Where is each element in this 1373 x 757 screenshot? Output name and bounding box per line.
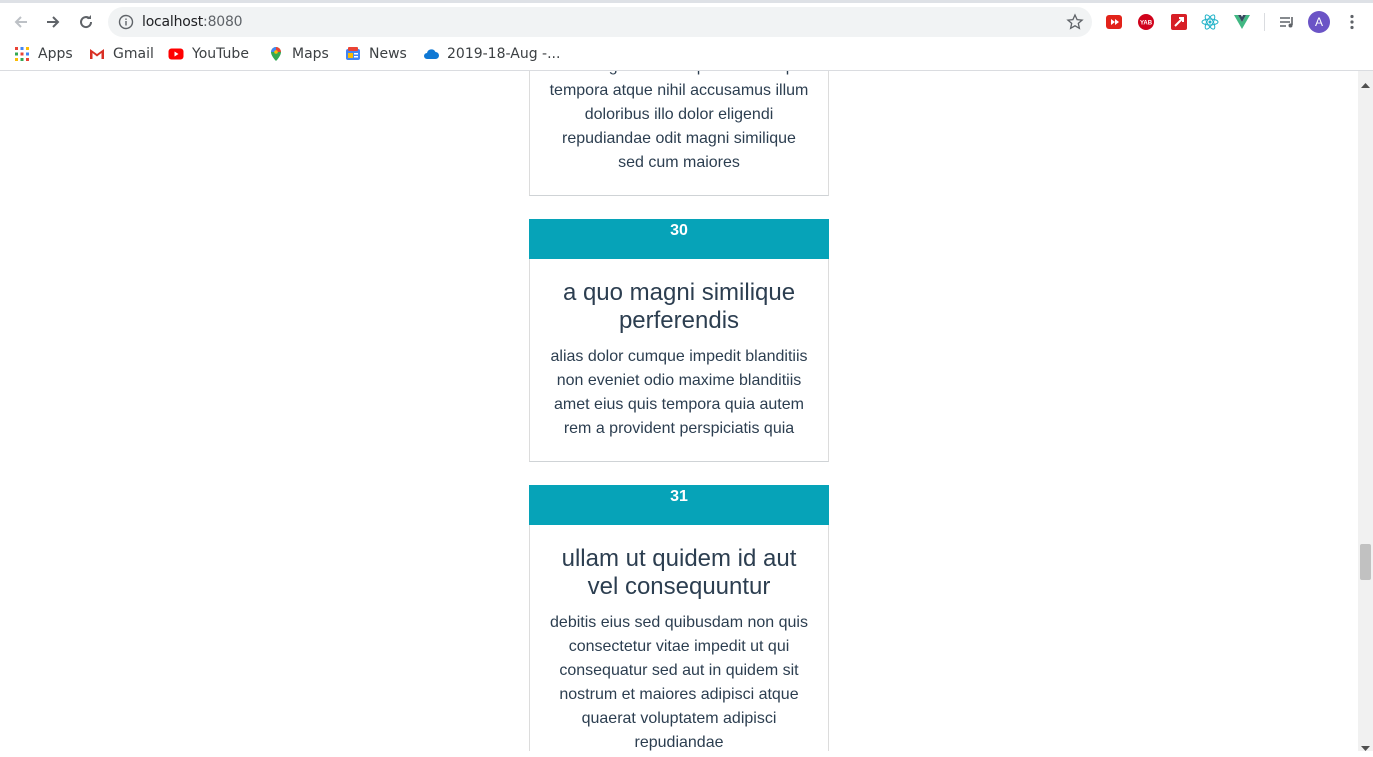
bookmark-onedrive[interactable]: 2019-18-Aug -...	[423, 44, 560, 64]
forward-arrow-icon	[47, 16, 60, 28]
bookmark-label: News	[369, 46, 407, 62]
react-devtools-icon[interactable]	[1201, 13, 1219, 31]
bookmark-label: YouTube	[192, 46, 249, 62]
bookmark-label: 2019-18-Aug -...	[447, 46, 561, 62]
bookmark-maps[interactable]: Maps	[268, 44, 329, 64]
reload-button[interactable]	[73, 9, 99, 35]
bookmark-label: Gmail	[113, 46, 154, 62]
onedrive-cloud-icon	[423, 46, 439, 62]
bookmark-news[interactable]: News	[345, 44, 407, 64]
bookmark-star-icon[interactable]	[1066, 13, 1084, 36]
card-body: odit magnam ut saepe sed non qui tempora…	[549, 71, 809, 171]
card-number: 31	[529, 485, 829, 525]
maps-pin-icon	[268, 46, 284, 62]
yt-extension-icon[interactable]	[1105, 13, 1123, 31]
bookmark-label: Maps	[292, 46, 329, 62]
youtube-icon	[168, 46, 184, 62]
back-arrow-icon	[14, 16, 27, 28]
scroll-thumb[interactable]	[1360, 544, 1371, 580]
scroll-up-arrow-icon[interactable]	[1361, 75, 1370, 93]
bookmark-apps[interactable]: Apps	[14, 44, 73, 64]
post-card: 30 a quo magni similique perferendis ali…	[529, 219, 829, 462]
toolbar-divider	[1264, 13, 1265, 31]
card-title: a quo magni similique perferendis	[562, 279, 796, 334]
pdf-extension-icon[interactable]	[1170, 13, 1188, 31]
post-card: 31 ullam ut quidem id aut vel consequunt…	[529, 485, 829, 751]
bookmark-label: Apps	[38, 46, 73, 62]
apps-grid-icon	[14, 46, 30, 62]
yab-extension-icon[interactable]: YAB	[1137, 13, 1155, 31]
card-body: alias dolor cumque impedit blanditiis no…	[550, 348, 808, 437]
svg-text:YAB: YAB	[1140, 21, 1153, 27]
card-number: 30	[529, 219, 829, 259]
scroll-down-arrow-icon[interactable]	[1361, 739, 1370, 757]
forward-button[interactable]	[40, 9, 66, 35]
site-info-icon[interactable]	[118, 14, 134, 35]
reload-icon	[80, 15, 93, 29]
vue-devtools-icon[interactable]	[1233, 13, 1251, 31]
bookmark-youtube[interactable]: YouTube	[168, 44, 249, 64]
post-card: odit magnam ut saepe sed non qui tempora…	[529, 71, 829, 196]
page-viewport: odit magnam ut saepe sed non qui tempora…	[0, 71, 1358, 751]
media-queue-icon[interactable]	[1278, 13, 1296, 31]
bookmarks-bar: Apps Gmail YouTube Maps News 2019-18-Aug…	[0, 38, 1373, 71]
card-title: ullam ut quidem id aut vel consequuntur	[561, 545, 797, 600]
address-bar[interactable]: localhost:8080	[108, 7, 1092, 37]
url-host: localhost	[142, 14, 204, 30]
page-scrollbar[interactable]	[1358, 71, 1373, 751]
url-text: localhost:8080	[142, 14, 243, 30]
bookmark-gmail[interactable]: Gmail	[89, 44, 154, 64]
news-icon	[345, 46, 361, 62]
url-port: :8080	[203, 14, 243, 30]
browser-toolbar: localhost:8080 YAB A	[0, 0, 1373, 38]
gmail-icon	[89, 46, 105, 62]
kebab-menu-icon[interactable]	[1343, 13, 1361, 31]
profile-avatar[interactable]: A	[1308, 11, 1330, 33]
card-body: debitis eius sed quibusdam non quis cons…	[550, 614, 808, 751]
back-button[interactable]	[8, 9, 34, 35]
